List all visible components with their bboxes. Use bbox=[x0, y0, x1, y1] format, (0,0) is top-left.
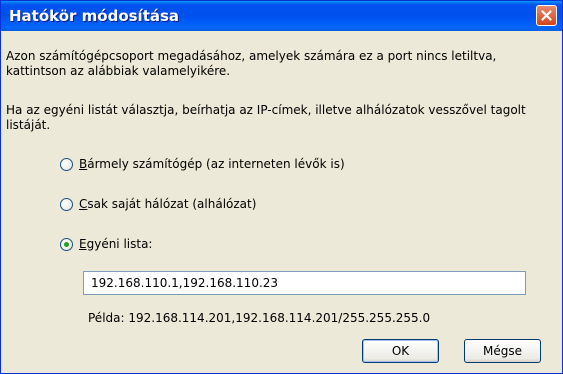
radio-option-any-computer[interactable]: Bármely számítógép (az interneten lévők … bbox=[60, 157, 345, 171]
title-bar[interactable]: Hatókör módosítása bbox=[1, 1, 562, 31]
dialog-body: Azon számítógépcsoport megadásához, amel… bbox=[1, 31, 562, 373]
radio-option-custom-list[interactable]: Egyéni lista: bbox=[60, 237, 152, 251]
cancel-button[interactable]: Mégse bbox=[464, 339, 541, 363]
ok-button[interactable]: OK bbox=[362, 339, 439, 363]
radio-label: Egyéni lista: bbox=[79, 237, 153, 251]
radio-label: Csak saját hálózat (alhálózat) bbox=[79, 197, 257, 211]
radio-button[interactable] bbox=[60, 197, 73, 211]
radio-button-selected[interactable] bbox=[60, 237, 73, 251]
radio-option-my-network[interactable]: Csak saját hálózat (alhálózat) bbox=[60, 197, 256, 211]
dialog-window: Hatókör módosítása Azon számítógépcsopor… bbox=[0, 0, 563, 374]
radio-button[interactable] bbox=[60, 157, 73, 171]
close-button[interactable] bbox=[536, 5, 557, 26]
radio-label: Bármely számítógép (az interneten lévők … bbox=[79, 157, 345, 171]
dialog-title: Hatókör módosítása bbox=[9, 7, 180, 25]
description-text-1: Azon számítógépcsoport megadásához, amel… bbox=[6, 49, 497, 78]
custom-list-input[interactable] bbox=[83, 271, 526, 295]
close-icon bbox=[541, 10, 552, 21]
description-text-2: Ha az egyéni listát választja, beírhatja… bbox=[6, 103, 526, 132]
example-text: Példa: 192.168.114.201,192.168.114.201/2… bbox=[88, 311, 431, 325]
